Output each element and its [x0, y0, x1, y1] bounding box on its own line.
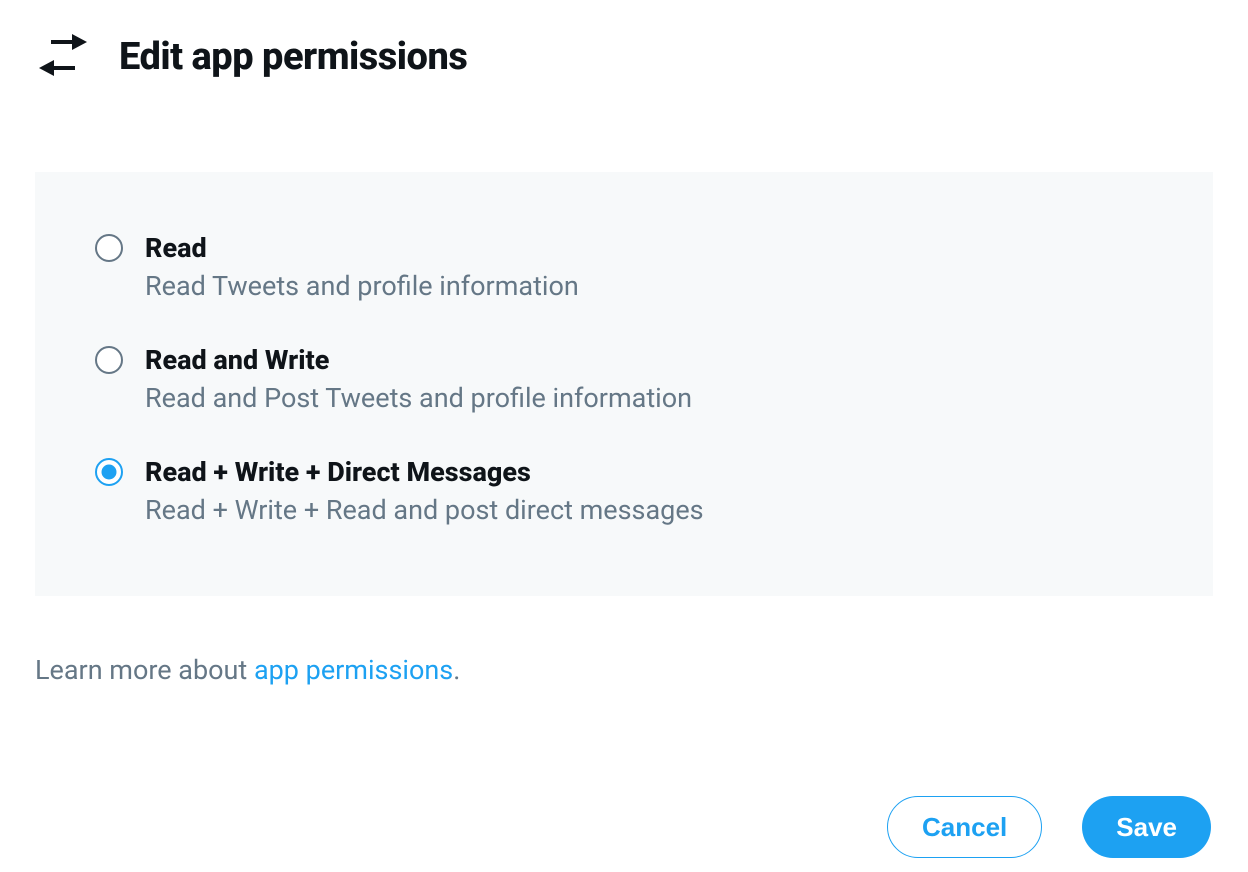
option-text: Read and Write Read and Post Tweets and … — [145, 344, 692, 414]
option-text: Read + Write + Direct Messages Read + Wr… — [145, 456, 704, 526]
radio-read[interactable] — [95, 234, 123, 262]
option-text: Read Read Tweets and profile information — [145, 232, 579, 302]
option-description: Read and Post Tweets and profile informa… — [145, 382, 692, 414]
option-description: Read + Write + Read and post direct mess… — [145, 494, 704, 526]
save-button[interactable]: Save — [1082, 796, 1211, 858]
page-title: Edit app permissions — [119, 35, 467, 79]
learn-more-text: Learn more about app permissions. — [35, 654, 1213, 686]
cancel-button[interactable]: Cancel — [887, 796, 1042, 858]
learn-more-prefix: Learn more about — [35, 654, 254, 686]
option-label: Read + Write + Direct Messages — [145, 456, 704, 488]
footer-buttons: Cancel Save — [35, 796, 1213, 858]
permission-option-read[interactable]: Read Read Tweets and profile information — [95, 232, 1153, 302]
option-description: Read Tweets and profile information — [145, 270, 579, 302]
option-label: Read and Write — [145, 344, 692, 376]
permissions-options-panel: Read Read Tweets and profile information… — [35, 172, 1213, 596]
permission-option-read-write-dm[interactable]: Read + Write + Direct Messages Read + Wr… — [95, 456, 1153, 526]
radio-read-write-dm[interactable] — [95, 458, 123, 486]
radio-read-write[interactable] — [95, 346, 123, 374]
app-permissions-link[interactable]: app permissions — [254, 654, 453, 686]
swap-arrows-icon — [35, 30, 91, 84]
permission-option-read-write[interactable]: Read and Write Read and Post Tweets and … — [95, 344, 1153, 414]
option-label: Read — [145, 232, 579, 264]
learn-more-suffix: . — [453, 654, 460, 686]
page-header: Edit app permissions — [35, 30, 1213, 84]
